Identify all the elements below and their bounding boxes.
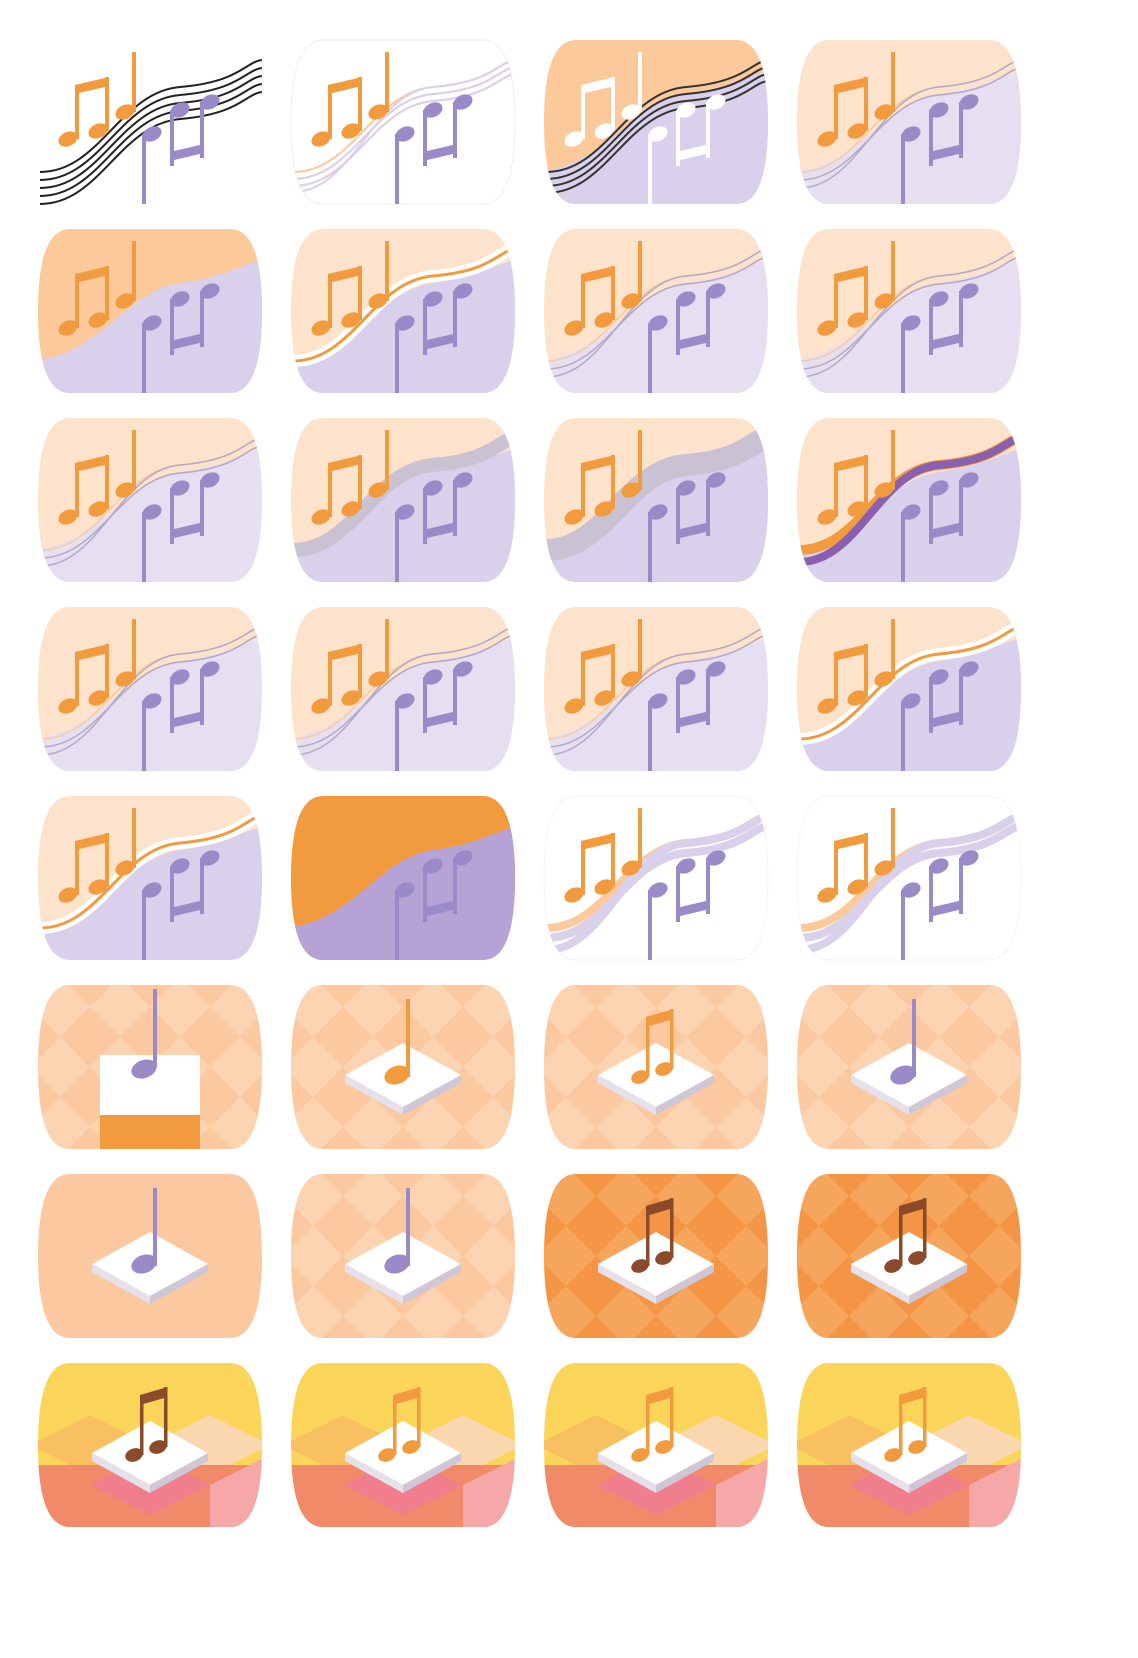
icon-sheet — [0, 0, 1138, 1658]
music-note-icon-r3c1 — [30, 410, 270, 590]
music-note-icon-r4c1 — [30, 599, 270, 779]
music-note-icon-r6c3 — [536, 977, 776, 1157]
music-note-icon-r2c2 — [283, 221, 523, 401]
music-note-icon-r6c2 — [283, 977, 523, 1157]
music-note-icon-r1c2 — [283, 32, 523, 212]
music-note-icon-r8c1 — [30, 1355, 270, 1535]
music-note-icon-r2c4 — [789, 221, 1029, 401]
music-note-icon-r2c1 — [30, 221, 270, 401]
music-note-icon-r8c4 — [789, 1355, 1029, 1535]
music-note-icon-r8c2 — [283, 1355, 523, 1535]
music-note-icon-r7c4 — [789, 1166, 1029, 1346]
music-note-icon-r6c4 — [789, 977, 1029, 1157]
music-note-icon-r4c4 — [789, 599, 1029, 779]
music-note-icon-r3c2 — [283, 410, 523, 590]
music-note-icon-r1c4 — [789, 32, 1029, 212]
music-note-icon-r1c1 — [30, 32, 270, 212]
music-note-icon-r7c1 — [30, 1166, 270, 1346]
music-note-icon-r5c4 — [789, 788, 1029, 968]
music-note-icon-r8c3 — [536, 1355, 776, 1535]
music-note-icon-r5c1 — [30, 788, 270, 968]
music-note-icon-r2c3 — [536, 221, 776, 401]
music-note-icon-r5c3 — [536, 788, 776, 968]
music-note-icon-r6c1 — [30, 977, 270, 1157]
music-note-icon-r3c4 — [789, 410, 1029, 590]
music-note-icon-r3c3 — [536, 410, 776, 590]
music-note-icon-r7c2 — [283, 1166, 523, 1346]
music-note-icon-r4c2 — [283, 599, 523, 779]
music-note-icon-r7c3 — [536, 1166, 776, 1346]
music-note-icon-r4c3 — [536, 599, 776, 779]
music-note-icon-r5c2 — [283, 788, 523, 968]
music-note-icon-r1c3 — [536, 32, 776, 212]
